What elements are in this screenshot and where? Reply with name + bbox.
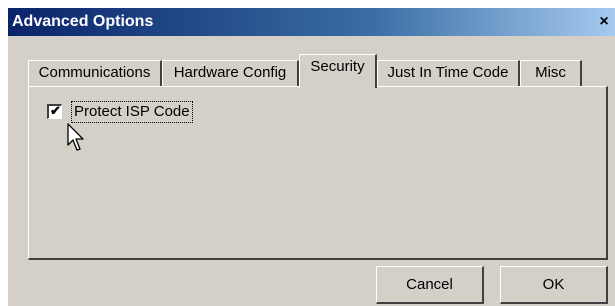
tab-communications[interactable]: Communications	[28, 60, 162, 86]
cancel-button[interactable]: Cancel	[376, 266, 484, 304]
tab-strip: Communications Hardware Config Security …	[28, 52, 608, 88]
protect-isp-code-label[interactable]: Protect ISP Code	[71, 101, 193, 123]
window-title: Advanced Options	[12, 13, 154, 30]
protect-isp-code-checkbox[interactable]: ✔	[47, 103, 62, 119]
close-icon[interactable]: ×	[595, 12, 613, 32]
title-bar: Advanced Options ×	[8, 8, 615, 36]
tab-security[interactable]: Security	[299, 54, 377, 88]
security-tab-panel: ✔ Protect ISP Code	[28, 86, 608, 260]
tab-hardware-config[interactable]: Hardware Config	[162, 60, 299, 86]
tab-misc[interactable]: Misc	[520, 60, 582, 86]
mouse-pointer-icon	[67, 123, 84, 151]
advanced-options-dialog: Advanced Options × Communications Hardwa…	[8, 8, 615, 306]
tab-just-in-time-code[interactable]: Just In Time Code	[377, 60, 520, 86]
checkmark-icon: ✔	[50, 103, 61, 118]
ok-button[interactable]: OK	[500, 266, 608, 304]
